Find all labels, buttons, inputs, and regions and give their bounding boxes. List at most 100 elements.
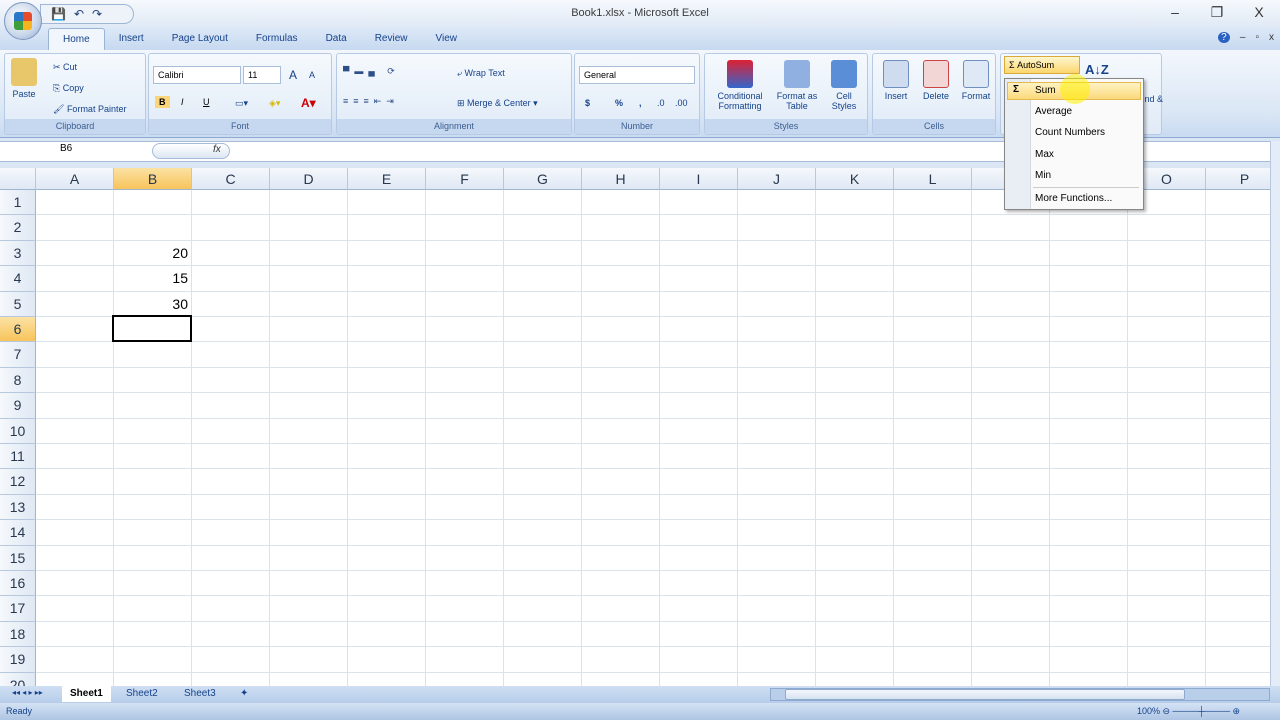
tab-page-layout[interactable]: Page Layout	[158, 28, 242, 50]
currency-button[interactable]: $	[585, 98, 590, 108]
format-painter-button[interactable]: 🖌 Format Painter	[53, 104, 126, 115]
zoom-control[interactable]: 100% ⊖ ────┼──── ⊕	[1137, 706, 1240, 717]
percent-button[interactable]: %	[615, 98, 623, 108]
close-button[interactable]: X	[1244, 4, 1274, 20]
column-header-H[interactable]: H	[582, 168, 660, 190]
active-cell[interactable]	[112, 315, 192, 343]
copy-button[interactable]: ⎘ Copy	[53, 83, 84, 94]
menu-item-max[interactable]: Max	[1035, 149, 1054, 160]
bold-button[interactable]: B	[155, 96, 170, 108]
minimize-button[interactable]: –	[1160, 4, 1190, 20]
row-header-8[interactable]: 8	[0, 367, 36, 394]
column-header-I[interactable]: I	[660, 168, 738, 190]
column-header-C[interactable]: C	[192, 168, 270, 190]
row-header-17[interactable]: 17	[0, 596, 36, 622]
row-header-3[interactable]: 3	[0, 240, 36, 267]
row-header-14[interactable]: 14	[0, 520, 36, 546]
insert-function-button[interactable]: fx	[152, 143, 230, 159]
row-header-13[interactable]: 13	[0, 494, 36, 521]
column-header-L[interactable]: L	[894, 168, 972, 190]
cut-button[interactable]: ✂ Cut	[53, 62, 77, 73]
underline-button[interactable]: U	[203, 97, 210, 107]
row-header-19[interactable]: 19	[0, 647, 36, 673]
wrap-text-button[interactable]: ⤶ Wrap Text	[457, 68, 505, 79]
number-format-select[interactable]: General	[579, 66, 695, 84]
tab-data[interactable]: Data	[312, 28, 361, 50]
sheet-tab-3[interactable]: Sheet3	[176, 686, 224, 702]
row-header-11[interactable]: 11	[0, 444, 36, 470]
row-header-12[interactable]: 12	[0, 469, 36, 495]
menu-item-sum[interactable]: Sum	[1035, 85, 1056, 96]
cell[interactable]: 30	[114, 292, 192, 317]
row-header-10[interactable]: 10	[0, 418, 36, 444]
decrease-decimal-button[interactable]: .00	[675, 98, 688, 108]
insert-cells-button[interactable]: Insert	[877, 60, 915, 101]
format-as-table-button[interactable]: Format as Table	[773, 60, 821, 111]
fill-color-icon[interactable]: ◈▾	[269, 98, 280, 109]
shrink-font-button[interactable]: A	[309, 70, 315, 80]
tab-review[interactable]: Review	[361, 28, 422, 50]
merge-center-button[interactable]: ⊞ Merge & Center ▾	[457, 98, 538, 109]
cell-styles-button[interactable]: Cell Styles	[823, 60, 865, 111]
column-header-P[interactable]: P	[1206, 168, 1270, 190]
doc-minimize-button[interactable]: –	[1240, 32, 1246, 43]
help-icon[interactable]: ?	[1217, 32, 1230, 43]
menu-item-more-functions[interactable]: More Functions...	[1035, 193, 1112, 204]
grow-font-button[interactable]: A	[289, 68, 297, 82]
horizontal-align-icons[interactable]: ≡≡≡⇤⇥	[343, 96, 399, 107]
row-header-20[interactable]: 20	[0, 672, 36, 686]
row-header-2[interactable]: 2	[0, 215, 36, 241]
row-header-7[interactable]: 7	[0, 342, 36, 368]
row-header-18[interactable]: 18	[0, 621, 36, 648]
restore-button[interactable]: ❐	[1202, 4, 1232, 21]
sort-filter-button[interactable]: A↓Z	[1085, 62, 1109, 77]
vertical-align-icons[interactable]: ▀▬▄ ⟳	[343, 66, 400, 77]
select-all-corner[interactable]	[0, 168, 36, 190]
format-cells-button[interactable]: Format	[957, 60, 995, 101]
tab-home[interactable]: Home	[48, 28, 105, 50]
delete-cells-button[interactable]: Delete	[917, 60, 955, 101]
doc-restore-button[interactable]: ▫	[1255, 32, 1259, 43]
row-header-1[interactable]: 1	[0, 190, 36, 216]
sheet-tab-2[interactable]: Sheet2	[118, 686, 166, 702]
column-header-B[interactable]: B	[114, 168, 192, 190]
row-header-4[interactable]: 4	[0, 266, 36, 292]
row-header-9[interactable]: 9	[0, 393, 36, 419]
vertical-scrollbar[interactable]	[1270, 141, 1280, 686]
worksheet-grid[interactable]: ABCDEFGHIJKLMNOP123456789101112131415161…	[0, 168, 1270, 686]
conditional-formatting-button[interactable]: Conditional Formatting	[709, 60, 771, 111]
sheet-tab-1[interactable]: Sheet1	[62, 686, 111, 702]
horizontal-scroll-thumb[interactable]	[785, 689, 1185, 700]
insert-sheet-icon[interactable]: ✦	[232, 686, 256, 702]
doc-close-button[interactable]: x	[1269, 32, 1274, 43]
cell[interactable]: 15	[114, 266, 192, 291]
column-header-F[interactable]: F	[426, 168, 504, 190]
row-header-16[interactable]: 16	[0, 571, 36, 597]
row-header-15[interactable]: 15	[0, 545, 36, 571]
comma-button[interactable]: ,	[639, 98, 642, 108]
tab-view[interactable]: View	[421, 28, 471, 50]
autosum-button[interactable]: Σ AutoSum	[1004, 56, 1080, 74]
column-header-J[interactable]: J	[738, 168, 816, 190]
borders-icon[interactable]: ▭▾	[235, 98, 248, 109]
column-header-D[interactable]: D	[270, 168, 348, 190]
font-name-select[interactable]: Calibri	[153, 66, 241, 84]
paste-button[interactable]: Paste	[11, 58, 37, 99]
cell[interactable]: 20	[114, 241, 192, 266]
sheet-nav-arrows[interactable]: ◂◂ ◂ ▸ ▸▸	[4, 686, 51, 702]
name-box[interactable]: B6	[2, 143, 148, 159]
italic-button[interactable]: I	[181, 97, 184, 107]
increase-decimal-button[interactable]: .0	[657, 98, 665, 108]
column-header-G[interactable]: G	[504, 168, 582, 190]
tab-formulas[interactable]: Formulas	[242, 28, 312, 50]
menu-item-count-numbers[interactable]: Count Numbers	[1035, 127, 1105, 138]
column-header-A[interactable]: A	[36, 168, 114, 190]
font-color-icon[interactable]: A▾	[301, 96, 316, 110]
menu-item-average[interactable]: Average	[1035, 106, 1072, 117]
column-header-K[interactable]: K	[816, 168, 894, 190]
menu-item-min[interactable]: Min	[1035, 170, 1051, 181]
font-size-select[interactable]: 11	[243, 66, 281, 84]
column-header-E[interactable]: E	[348, 168, 426, 190]
office-button[interactable]	[4, 2, 42, 40]
tab-insert[interactable]: Insert	[105, 28, 158, 50]
